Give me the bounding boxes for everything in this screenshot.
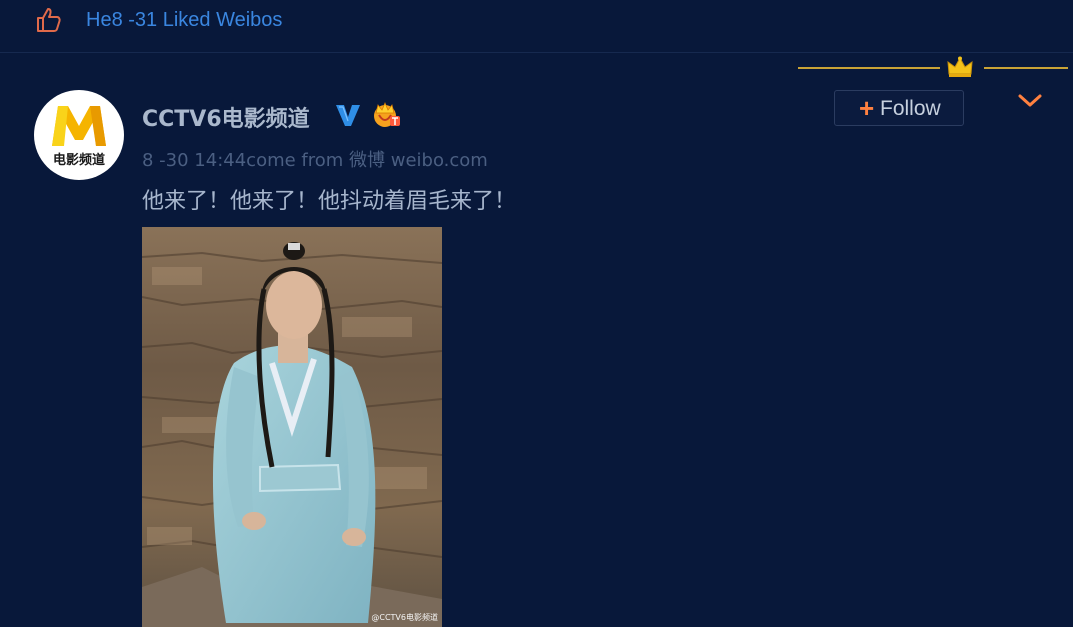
follow-label: Follow bbox=[880, 97, 941, 120]
post-text: 他来了！他来了！他抖动着眉毛来了！ bbox=[142, 189, 517, 214]
chevron-down-icon[interactable] bbox=[1016, 92, 1044, 110]
divider-line-left bbox=[798, 67, 940, 69]
photo-watermark: @CCTV6电影频道 bbox=[371, 613, 438, 622]
thumbs-up-icon bbox=[37, 8, 61, 32]
likes-header: He8 -31 Liked Weibos bbox=[0, 0, 1073, 53]
post-timestamp[interactable]: 8 -30 14:44 bbox=[142, 150, 246, 171]
post-meta: 8 -30 14:44come from 微博 weibo.com bbox=[142, 146, 488, 172]
post-photo[interactable]: @CCTV6电影频道 bbox=[142, 227, 442, 627]
follow-button[interactable]: + Follow bbox=[834, 90, 964, 126]
verified-v-icon bbox=[336, 105, 360, 126]
author-name[interactable]: CCTV6电影频道 bbox=[142, 101, 310, 133]
vip-crown-badge-icon bbox=[374, 101, 400, 127]
photo-illustration bbox=[142, 227, 442, 627]
divider-line-right bbox=[984, 67, 1068, 69]
post-source[interactable]: come from 微博 weibo.com bbox=[246, 150, 488, 171]
author-avatar[interactable]: 电影频道 bbox=[34, 90, 124, 180]
crown-divider bbox=[798, 56, 1068, 80]
avatar-logo-text: 电影频道 bbox=[52, 153, 105, 168]
likes-title[interactable]: He8 -31 Liked Weibos bbox=[86, 9, 282, 32]
crown-icon bbox=[947, 56, 973, 77]
follow-plus-icon: + bbox=[859, 93, 875, 123]
